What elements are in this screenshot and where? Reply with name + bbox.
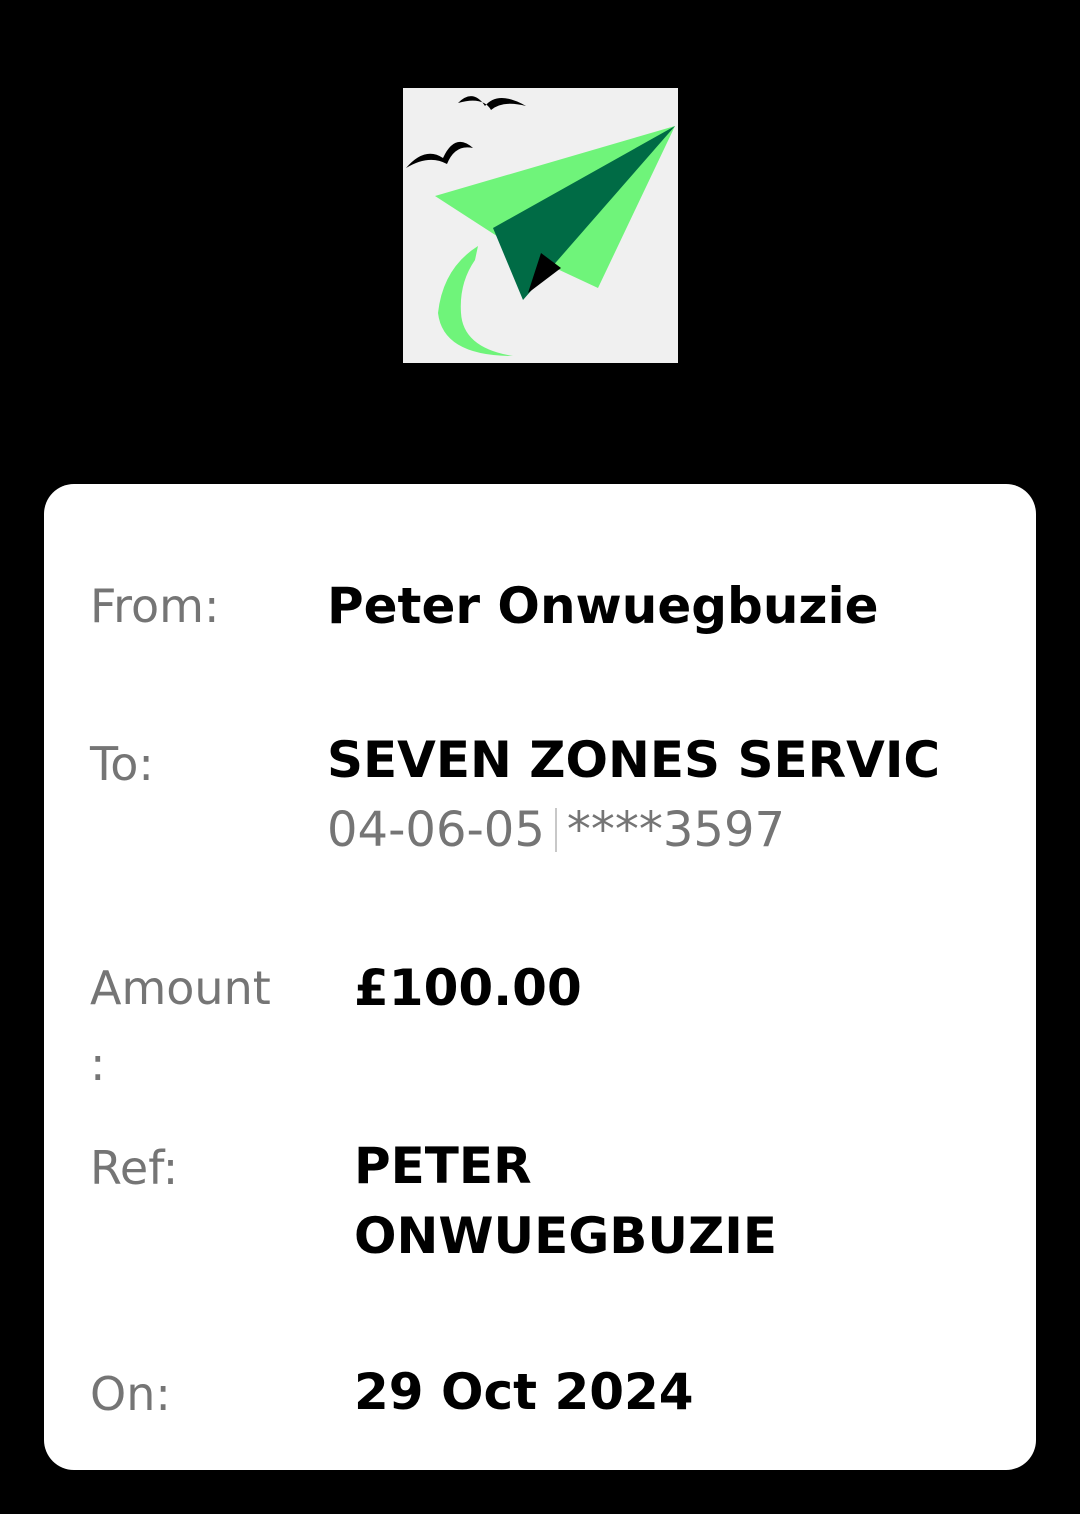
- transfer-details-card: From: Peter Onwuegbuzie To: SEVEN ZONES …: [44, 484, 1036, 1470]
- app-logo: [403, 88, 678, 363]
- from-label: From:: [90, 579, 220, 633]
- amount-label: Amount :: [90, 961, 271, 1091]
- to-value: SEVEN ZONES SERVIC: [327, 731, 941, 789]
- amount-value: £100.00: [354, 959, 582, 1017]
- account-details: 04-06-05 ****3597: [327, 796, 785, 864]
- sort-code: 04-06-05: [327, 802, 545, 858]
- from-value: Peter Onwuegbuzie: [327, 577, 879, 635]
- ref-label: Ref:: [90, 1141, 179, 1195]
- account-divider: [554, 808, 557, 852]
- masked-account-number: ****3597: [566, 802, 786, 858]
- ref-value-line1: PETER: [354, 1137, 532, 1195]
- to-label: To:: [90, 737, 154, 791]
- date-value: 29 Oct 2024: [354, 1363, 694, 1421]
- paper-plane-logo-icon: [403, 88, 678, 363]
- date-label: On:: [90, 1367, 171, 1421]
- ref-value-line2: ONWUEGBUZIE: [354, 1207, 778, 1265]
